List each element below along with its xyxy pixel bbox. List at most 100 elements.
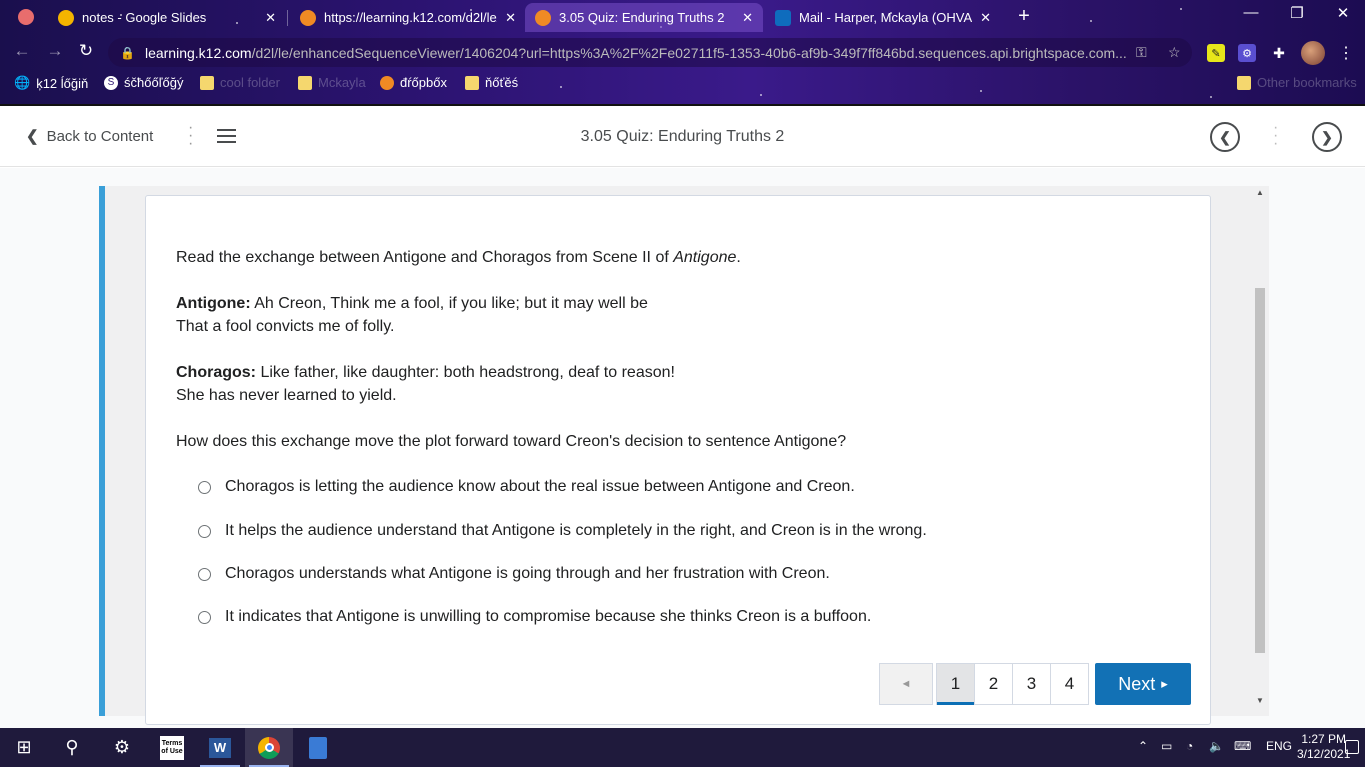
- previous-topic-button[interactable]: ❮: [1210, 122, 1240, 152]
- forward-arrow-icon[interactable]: →: [43, 41, 67, 61]
- previous-page-button[interactable]: ◄: [879, 663, 933, 705]
- back-arrow-icon[interactable]: ←: [10, 41, 34, 61]
- slides-favicon-icon: [58, 9, 74, 26]
- question-intro: Read the exchange between Antigone and C…: [176, 249, 741, 266]
- outlook-favicon-icon: [775, 9, 791, 26]
- bookmark-star-icon[interactable]: ☆: [1168, 44, 1181, 61]
- tab-google-slides[interactable]: notes - Google Slides ✕: [48, 3, 286, 32]
- answer-option-3[interactable]: Choragos understands what Antigone is go…: [198, 565, 830, 583]
- page-2-button[interactable]: 2: [974, 663, 1013, 705]
- play-arrow-icon: ▸: [1161, 676, 1168, 691]
- notification-icon[interactable]: [1345, 740, 1359, 754]
- system-clock[interactable]: 1:27 PM 3/12/2021: [1297, 732, 1350, 762]
- bookmark-cool-folder[interactable]: cool folder: [200, 75, 280, 90]
- tab-title: notes - Google Slides: [82, 10, 207, 25]
- content-header: ❮ Back to Content · · · 3.05 Quiz: Endurin…: [0, 104, 1365, 167]
- tab-strip: notes - Google Slides ✕ https://learning…: [0, 0, 1365, 33]
- scroll-down-icon[interactable]: ▼: [1256, 696, 1264, 705]
- terms-of-use-app-icon[interactable]: Terms of Use: [148, 728, 196, 767]
- reload-icon[interactable]: ↻: [74, 41, 98, 61]
- vertical-scrollbar[interactable]: ▲ ▼: [1253, 188, 1267, 708]
- folder-icon: [1237, 75, 1251, 90]
- schoology-icon: S: [104, 75, 118, 90]
- radio-button[interactable]: [198, 480, 211, 494]
- globe-icon: 🌐: [14, 75, 31, 90]
- scrollbar-thumb[interactable]: [1255, 288, 1265, 653]
- bookmark-notes[interactable]: ňőťěś: [465, 75, 518, 90]
- battery-icon[interactable]: ▭: [1161, 739, 1172, 753]
- radio-button[interactable]: [198, 610, 211, 624]
- key-icon[interactable]: ⚿: [1136, 44, 1147, 61]
- scroll-up-icon[interactable]: ▲: [1256, 188, 1264, 197]
- radio-button[interactable]: [198, 524, 211, 538]
- profile-dot-icon[interactable]: [18, 9, 34, 25]
- answer-option-4[interactable]: It indicates that Antigone is unwilling …: [198, 608, 871, 626]
- question-pager: ◄ 1 2 3 4 Next ▸: [879, 663, 1191, 705]
- folder-icon: [298, 75, 312, 90]
- tab-k12-learning[interactable]: https://learning.k12.com/d2l/le/e ✕: [290, 3, 526, 32]
- folder-icon: [200, 75, 214, 90]
- new-tab-button[interactable]: +: [1012, 5, 1036, 28]
- chrome-menu-icon[interactable]: ⋮: [1338, 43, 1354, 63]
- start-windows-icon[interactable]: ⊞: [0, 728, 48, 767]
- restore-button[interactable]: ❐: [1282, 4, 1312, 22]
- windows-taskbar: ⊞ ⚲ ⚙ Terms of Use W ⌃ ▭ ◔ 🔈 ⌨ ENG 1:27 …: [0, 728, 1365, 767]
- answer-option-2[interactable]: It helps the audience understand that An…: [198, 522, 927, 540]
- k12-favicon-icon: [535, 9, 551, 26]
- minimize-button[interactable]: —: [1236, 4, 1266, 21]
- lock-icon: 🔒: [120, 45, 135, 60]
- show-hidden-icons-icon[interactable]: ⌃: [1138, 739, 1148, 753]
- tab-outlook-mail[interactable]: Mail - Harper, Mckayla (OHVA St ✕: [765, 3, 1001, 32]
- settings-gear-icon[interactable]: ⚙: [98, 728, 146, 767]
- word-app-icon[interactable]: W: [196, 728, 244, 767]
- close-window-button[interactable]: ✕: [1328, 4, 1358, 22]
- answer-option-1[interactable]: Choragos is letting the audience know ab…: [198, 478, 855, 496]
- folder-icon: [465, 75, 479, 90]
- page-1-button[interactable]: 1: [936, 663, 975, 705]
- search-icon[interactable]: ⚲: [48, 728, 96, 767]
- url-text[interactable]: learning.k12.com/d2l/le/enhancedSequence…: [145, 45, 1130, 61]
- page-title: 3.05 Quiz: Enduring Truths 2: [580, 128, 785, 145]
- volume-icon[interactable]: 🔈: [1209, 739, 1224, 753]
- k12-favicon-icon: [300, 9, 316, 26]
- chrome-app-icon[interactable]: [245, 728, 293, 767]
- bookmark-dropbox[interactable]: đŕőpbőx: [380, 75, 447, 90]
- browser-chrome: notes - Google Slides ✕ https://learning…: [0, 0, 1365, 104]
- page-3-button[interactable]: 3: [1012, 663, 1051, 705]
- address-bar[interactable]: 🔒 learning.k12.com/d2l/le/enhancedSequen…: [108, 38, 1192, 67]
- wifi-icon[interactable]: ◔: [1186, 739, 1193, 753]
- bookmark-k12-login[interactable]: 🌐 ķ12 ĺőğiň: [14, 75, 88, 91]
- choragos-quote: Choragos: Like father, like daughter: bo…: [176, 364, 675, 404]
- next-topic-button[interactable]: ❯: [1312, 122, 1342, 152]
- tab-title: Mail - Harper, Mckayla (OHVA St: [799, 10, 973, 25]
- bookmark-schoology[interactable]: S śčħőőľőğý: [104, 75, 183, 90]
- tab-quiz-active[interactable]: 3.05 Quiz: Enduring Truths 2 ✕: [525, 3, 763, 32]
- extension-honey-icon[interactable]: ✎: [1207, 44, 1225, 62]
- question-prompt: How does this exchange move the plot for…: [176, 433, 847, 450]
- extension-settings-icon[interactable]: ⚙: [1238, 44, 1256, 62]
- bookmarks-bar: 🌐 ķ12 ĺőğiň S śčħőőľőğý cool folder Mcka…: [0, 72, 1365, 98]
- antigone-quote: Antigone: Ah Creon, Think me a fool, if …: [176, 295, 648, 335]
- content-area: Read the exchange between Antigone and C…: [0, 168, 1365, 728]
- quiz-frame: Read the exchange between Antigone and C…: [99, 186, 1269, 725]
- page-4-button[interactable]: 4: [1050, 663, 1089, 705]
- keyboard-icon[interactable]: ⌨: [1234, 739, 1251, 753]
- vertical-divider-dots: · · ·: [1273, 119, 1279, 152]
- radio-button[interactable]: [198, 567, 211, 581]
- tab-title: https://learning.k12.com/d2l/le/e: [324, 10, 498, 25]
- dropbox-icon: [380, 75, 394, 90]
- quiz-card: Read the exchange between Antigone and C…: [145, 195, 1211, 725]
- next-button[interactable]: Next ▸: [1095, 663, 1191, 705]
- profile-avatar[interactable]: [1301, 41, 1325, 65]
- address-bar-row: ← → ↻ 🔒 learning.k12.com/d2l/le/enhanced…: [0, 35, 1365, 69]
- bookmark-mckayla[interactable]: Mckayla: [298, 75, 366, 90]
- close-tab-icon[interactable]: ✕: [505, 10, 516, 26]
- other-bookmarks[interactable]: Other bookmarks: [1237, 75, 1357, 90]
- language-indicator[interactable]: ENG: [1266, 739, 1292, 753]
- extensions-puzzle-icon[interactable]: ✚: [1270, 44, 1288, 62]
- calculator-app-icon[interactable]: [294, 728, 342, 767]
- close-tab-icon[interactable]: ✕: [742, 10, 753, 26]
- close-tab-icon[interactable]: ✕: [265, 10, 276, 26]
- tab-title: 3.05 Quiz: Enduring Truths 2: [559, 10, 725, 25]
- close-tab-icon[interactable]: ✕: [980, 10, 991, 26]
